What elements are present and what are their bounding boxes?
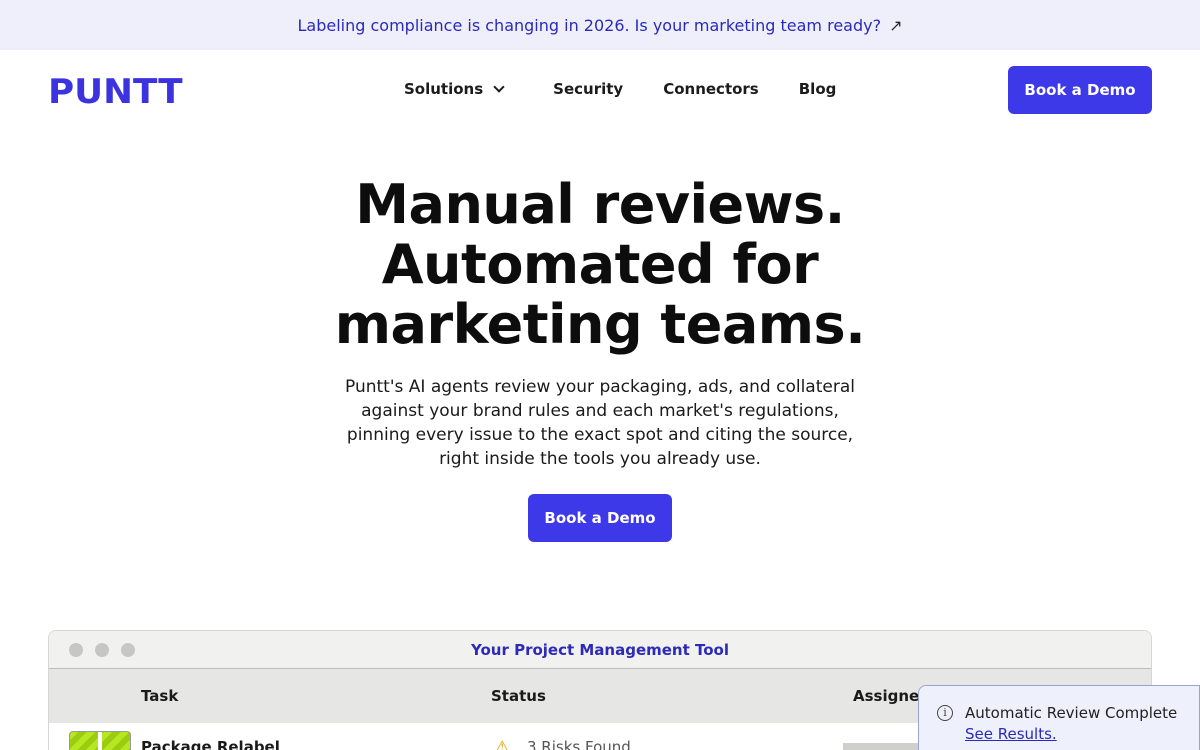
nav-item-solutions[interactable]: Solutions	[404, 80, 505, 98]
window-title-bar: Your Project Management Tool	[49, 631, 1151, 669]
hero-title: Manual reviews. Automated for marketing …	[0, 175, 1200, 355]
nav-item-label: Connectors	[663, 80, 759, 98]
assignee-avatar	[843, 743, 923, 750]
toast-message: Automatic Review Complete	[965, 704, 1178, 722]
package-thumbnail	[69, 731, 131, 750]
window-title: Your Project Management Tool	[470, 641, 729, 659]
info-icon: i	[937, 705, 953, 721]
nav-links: Solutions Security Connectors Blog	[404, 80, 876, 98]
hero-subtitle-line: Puntt's AI agents review your packaging,…	[345, 377, 855, 397]
hero-title-line: marketing teams.	[334, 293, 866, 356]
see-results-link[interactable]: See Results.	[965, 725, 1057, 743]
nav-item-label: Blog	[798, 80, 837, 98]
nav-item-blog[interactable]: Blog	[799, 80, 837, 98]
hero-title-line: Automated for	[381, 233, 819, 296]
top-navigation: PUNTT Solutions Security Connectors Blog…	[0, 50, 1200, 130]
arrow-up-right-icon: ↗	[889, 15, 903, 35]
hero-subtitle-line: against your brand rules and each market…	[361, 401, 839, 421]
hero-subtitle: Puntt's AI agents review your packaging,…	[320, 375, 880, 471]
warning-icon: ⚠	[495, 737, 510, 750]
nav-item-connectors[interactable]: Connectors	[663, 80, 759, 98]
review-complete-toast: i Automatic Review Complete See Results.	[918, 685, 1200, 750]
announcement-banner[interactable]: Labeling compliance is changing in 2026.…	[0, 0, 1200, 50]
chevron-down-icon	[493, 81, 505, 93]
banner-text[interactable]: Labeling compliance is changing in 2026.…	[298, 16, 882, 35]
hero-section: Manual reviews. Automated for marketing …	[0, 175, 1200, 542]
hero-book-demo-button[interactable]: Book a Demo	[528, 494, 672, 542]
nav-item-security[interactable]: Security	[553, 80, 623, 98]
hero-subtitle-line: pinning every issue to the exact spot an…	[346, 425, 854, 445]
nav-item-label: Solutions	[404, 80, 484, 98]
task-status: 3 Risks Found	[527, 738, 631, 750]
task-name: Package Relabel	[141, 738, 280, 750]
nav-item-label: Security	[553, 80, 624, 98]
puntt-logo[interactable]: PUNTT	[48, 72, 183, 112]
hero-subtitle-line: right inside the tools you already use.	[439, 449, 761, 469]
hero-title-line: Manual reviews.	[355, 173, 845, 236]
column-header-status: Status	[491, 687, 546, 705]
book-demo-button[interactable]: Book a Demo	[1008, 66, 1152, 114]
column-header-task: Task	[141, 687, 179, 705]
